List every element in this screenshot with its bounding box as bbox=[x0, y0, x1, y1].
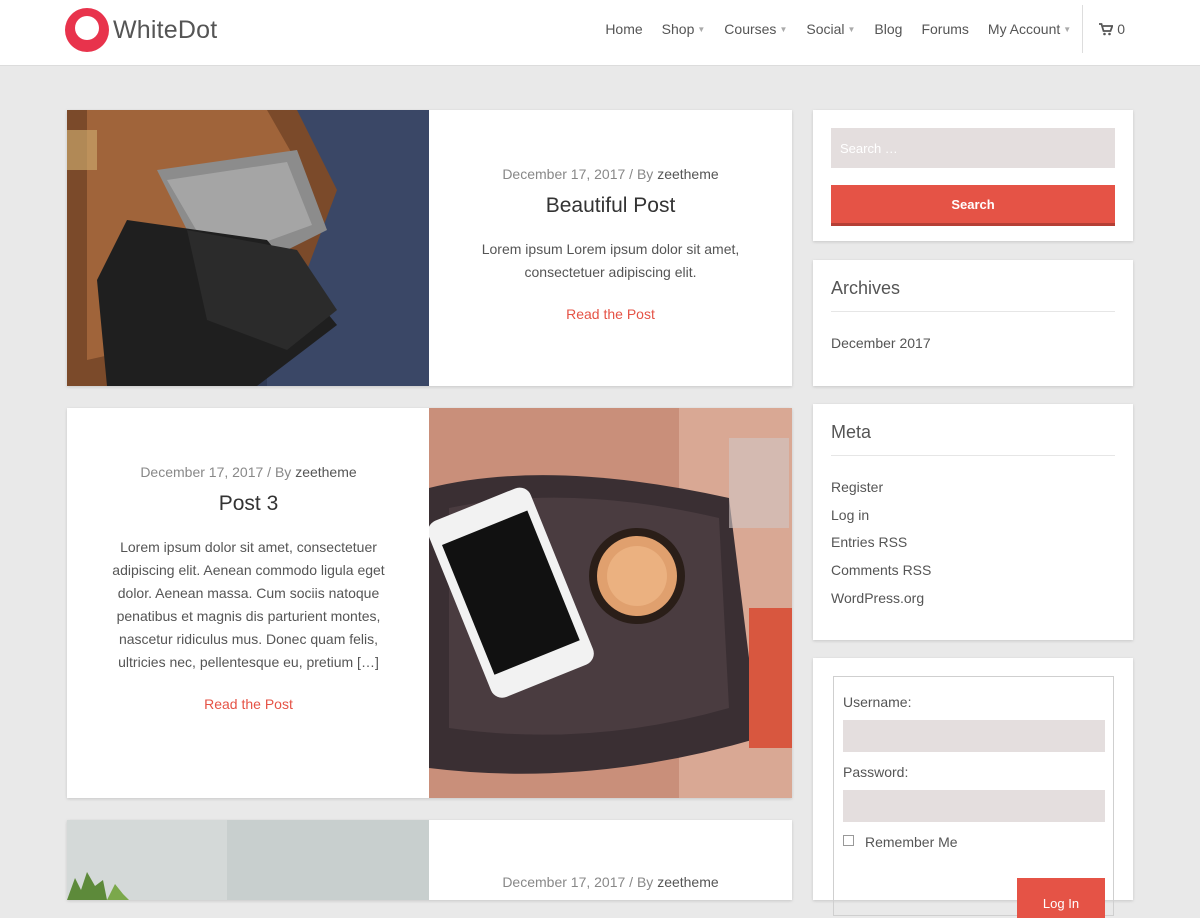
nav-item-blog[interactable]: Blog bbox=[874, 21, 902, 37]
post-card: December 17, 2017 / By zeetheme Post 3 L… bbox=[67, 408, 792, 798]
archive-link[interactable]: December 2017 bbox=[831, 330, 931, 358]
nav-label: Home bbox=[605, 21, 643, 37]
password-field[interactable] bbox=[843, 790, 1105, 822]
widget-title: Archives bbox=[831, 278, 1115, 312]
post-by: / By bbox=[267, 464, 292, 480]
read-more-link[interactable]: Read the Post bbox=[204, 696, 293, 712]
site-header: WhiteDot Home Shop ▼ Courses ▼ Social ▼ Blo… bbox=[0, 0, 1200, 66]
site-logo[interactable]: WhiteDot bbox=[65, 8, 217, 52]
post-thumbnail[interactable] bbox=[67, 820, 429, 900]
widget-title: Meta bbox=[831, 422, 1115, 456]
nav-label: Forums bbox=[921, 21, 969, 37]
main-nav: Home Shop ▼ Courses ▼ Social ▼ Blog Forums … bbox=[605, 0, 1200, 58]
shopping-cart-icon bbox=[1099, 22, 1114, 35]
search-widget: Search bbox=[813, 110, 1133, 241]
meta-link-comments-rss[interactable]: Comments RSS bbox=[831, 557, 931, 585]
meta-link-entries-rss[interactable]: Entries RSS bbox=[831, 529, 931, 557]
post-thumbnail[interactable] bbox=[67, 110, 429, 386]
post-date[interactable]: December 17, 2017 bbox=[502, 874, 625, 890]
post-meta: December 17, 2017 / By zeetheme bbox=[469, 166, 752, 182]
post-thumbnail[interactable] bbox=[427, 408, 792, 798]
post-author[interactable]: zeetheme bbox=[295, 464, 356, 480]
post-author[interactable]: zeetheme bbox=[657, 874, 718, 890]
meta-link-login[interactable]: Log in bbox=[831, 502, 931, 530]
post-content: December 17, 2017 / By zeetheme Post 3 L… bbox=[67, 408, 430, 798]
nav-divider bbox=[1082, 5, 1084, 53]
meta-link-register[interactable]: Register bbox=[831, 474, 931, 502]
nav-item-shop[interactable]: Shop ▼ bbox=[662, 21, 706, 37]
remember-me-checkbox[interactable] bbox=[843, 835, 854, 846]
post-by: / By bbox=[629, 874, 654, 890]
nav-label: Shop bbox=[661, 21, 695, 37]
read-more-link[interactable]: Read the Post bbox=[566, 306, 655, 322]
cart-link[interactable]: 0 bbox=[1099, 21, 1125, 37]
nav-label: My Account bbox=[987, 21, 1061, 37]
post-meta: December 17, 2017 / By zeetheme bbox=[107, 464, 390, 480]
post-date[interactable]: December 17, 2017 bbox=[502, 166, 625, 182]
post-by: / By bbox=[629, 166, 654, 182]
nav-item-home[interactable]: Home bbox=[605, 21, 642, 37]
archives-widget: Archives December 2017 bbox=[813, 260, 1133, 386]
chevron-down-icon: ▼ bbox=[847, 24, 856, 34]
username-label: Username: bbox=[843, 694, 912, 710]
archives-list: December 2017 bbox=[831, 330, 931, 358]
nav-item-courses[interactable]: Courses ▼ bbox=[724, 21, 787, 37]
post-date[interactable]: December 17, 2017 bbox=[140, 464, 263, 480]
post-content: December 17, 2017 / By zeetheme bbox=[429, 820, 792, 900]
password-label: Password: bbox=[843, 764, 909, 780]
post-title[interactable]: Beautiful Post bbox=[469, 194, 752, 218]
search-button[interactable]: Search bbox=[831, 185, 1115, 223]
search-input[interactable] bbox=[831, 128, 1115, 168]
login-widget: Username: Password: Remember Me Log In bbox=[813, 658, 1133, 918]
post-card: December 17, 2017 / By zeetheme bbox=[67, 820, 792, 900]
meta-list: Register Log in Entries RSS Comments RSS… bbox=[831, 474, 931, 613]
chevron-down-icon: ▼ bbox=[697, 24, 706, 34]
post-title[interactable]: Post 3 bbox=[107, 492, 390, 516]
post-meta: December 17, 2017 / By zeetheme bbox=[469, 874, 752, 890]
chevron-down-icon: ▼ bbox=[779, 24, 788, 34]
chevron-down-icon: ▼ bbox=[1063, 24, 1072, 34]
meta-link-wordpress[interactable]: WordPress.org bbox=[831, 585, 931, 613]
username-field[interactable] bbox=[843, 720, 1105, 752]
nav-label: Courses bbox=[724, 21, 777, 37]
post-excerpt: Lorem ipsum Lorem ipsum dolor sit amet, … bbox=[481, 241, 740, 280]
site-name: WhiteDot bbox=[113, 15, 218, 44]
nav-item-my-account[interactable]: My Account ▼ bbox=[988, 21, 1071, 37]
post-author[interactable]: zeetheme bbox=[657, 166, 718, 182]
nav-label: Social bbox=[806, 21, 845, 37]
log-in-button[interactable]: Log In bbox=[1017, 878, 1105, 918]
nav-label: Blog bbox=[874, 21, 903, 37]
post-content: December 17, 2017 / By zeetheme Beautifu… bbox=[429, 110, 792, 386]
remember-me-label[interactable]: Remember Me bbox=[865, 834, 958, 850]
nav-item-forums[interactable]: Forums bbox=[921, 21, 968, 37]
meta-widget: Meta Register Log in Entries RSS Comment… bbox=[813, 404, 1133, 640]
login-form: Username: Password: Remember Me Log In bbox=[833, 676, 1114, 918]
logo-icon bbox=[65, 8, 109, 52]
nav-item-social[interactable]: Social ▼ bbox=[806, 21, 855, 37]
post-excerpt: Lorem ipsum dolor sit amet, consectetuer… bbox=[112, 539, 385, 670]
post-card: December 17, 2017 / By zeetheme Beautifu… bbox=[67, 110, 792, 386]
cart-count: 0 bbox=[1117, 21, 1125, 37]
